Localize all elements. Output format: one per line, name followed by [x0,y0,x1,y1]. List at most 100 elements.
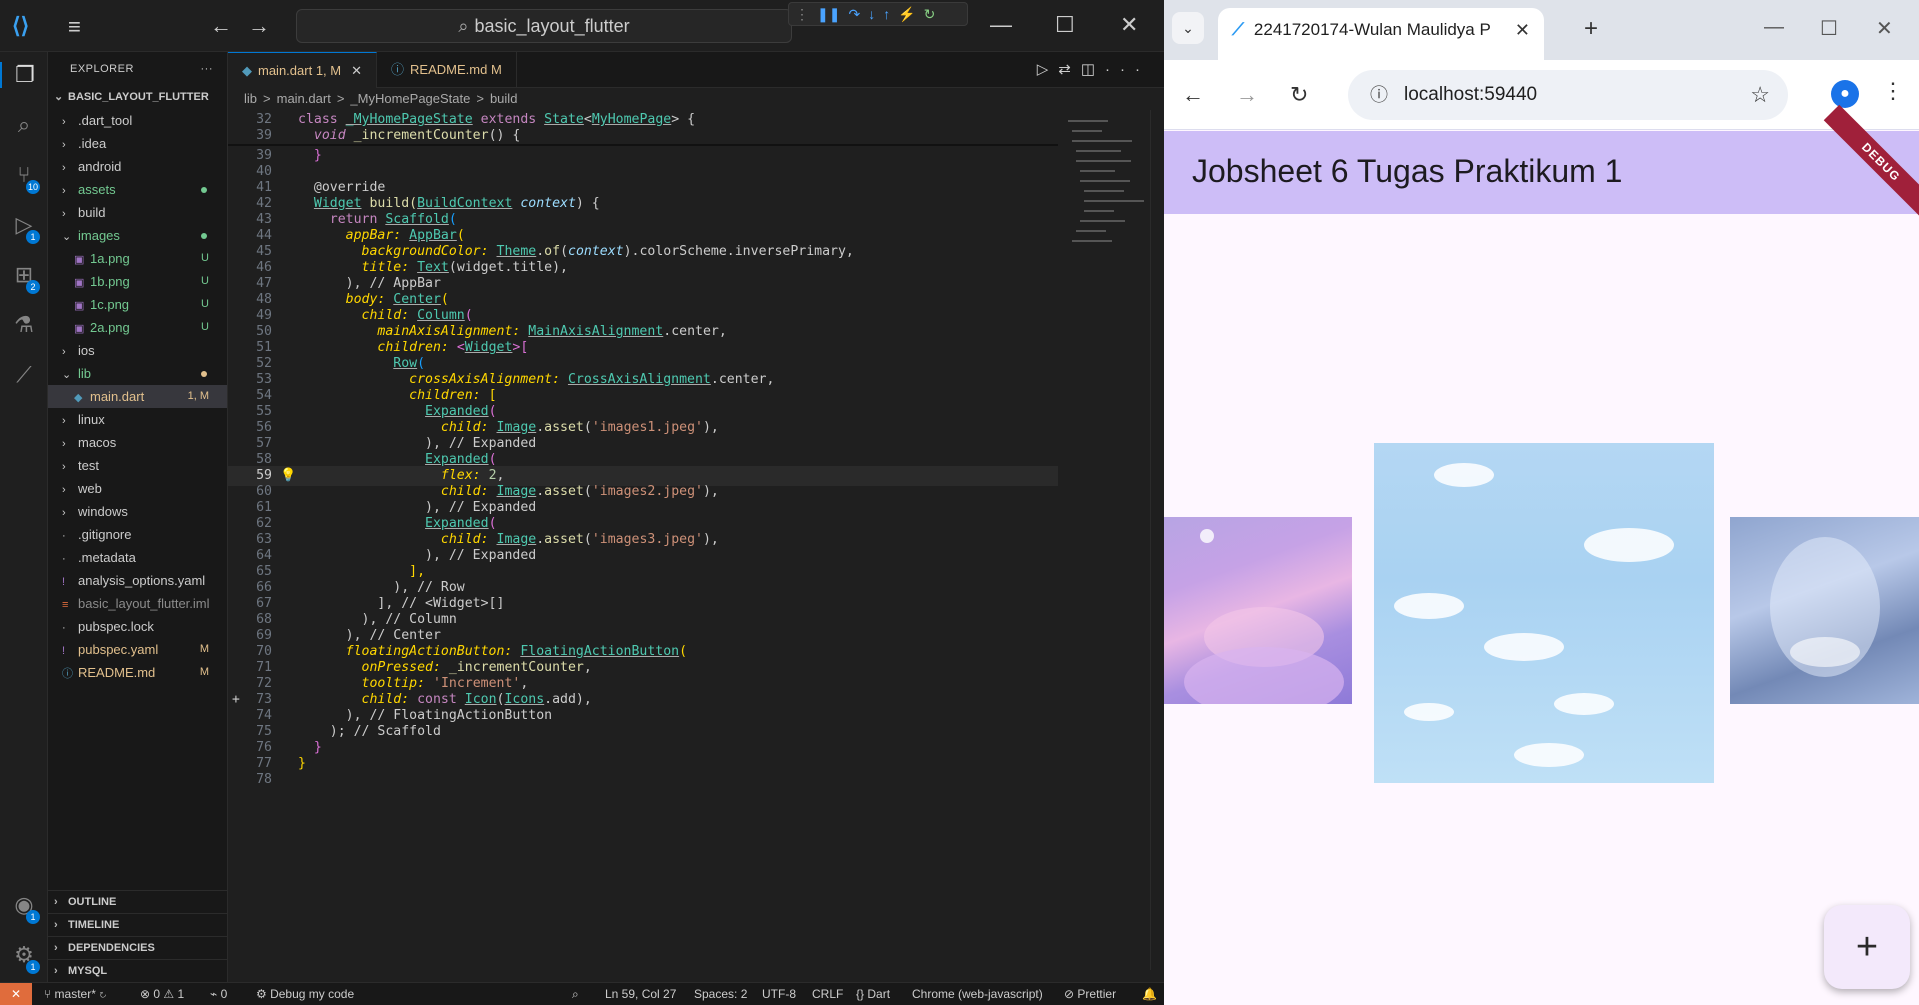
command-center-search[interactable]: ⌕ basic_layout_flutter [296,9,792,43]
dependencies-section[interactable]: › DEPENDENCIES [48,936,228,959]
step-into-icon[interactable]: ↓ [868,6,875,22]
file-icon: · [62,622,66,634]
branch-status[interactable]: ⑂ master* ↻ [44,983,106,1005]
tree-item[interactable]: › .idea [48,132,227,155]
site-info-icon[interactable]: ⓘ [1370,70,1388,120]
minimize-icon[interactable]: — [990,12,1012,38]
forward-button[interactable]: → [1236,82,1258,108]
tree-item[interactable]: › windows [48,500,227,523]
tree-item[interactable]: · pubspec.lock [48,615,227,638]
breadcrumb-file[interactable]: main.dart [277,91,331,106]
tree-item-label: android [78,159,122,174]
step-out-icon[interactable]: ↑ [883,6,890,22]
settings-gear-icon[interactable]: ⚙ 1 [0,942,48,974]
tree-item[interactable]: ! pubspec.yaml M [48,638,227,661]
timeline-section[interactable]: › TIMELINE [48,913,228,936]
extensions-icon[interactable]: ⊞ 2 [0,262,48,294]
tree-item[interactable]: › web [48,477,227,500]
tree-item[interactable]: ⌄ images [48,224,227,247]
back-arrow-icon[interactable]: ← [210,13,232,39]
close-window-icon[interactable]: ✕ [1876,16,1893,41]
increment-fab-button[interactable]: + [1824,905,1910,989]
tree-item[interactable]: ▣ 1c.png U [48,293,227,316]
search-view-icon[interactable]: ⌕ [0,112,48,138]
remote-icon[interactable]: ✕ [0,983,32,1005]
tree-item[interactable]: ▣ 1b.png U [48,270,227,293]
tree-item[interactable]: › assets [48,178,227,201]
breadcrumb-method[interactable]: build [490,91,517,106]
close-tab-icon[interactable]: ✕ [1515,20,1530,41]
hot-reload-icon[interactable]: ⚡ [898,6,915,23]
tree-item[interactable]: › linux [48,408,227,431]
close-tab-icon[interactable]: ✕ [351,63,362,78]
project-root[interactable]: ⌄ BASIC_LAYOUT_FLUTTER [48,86,227,109]
source-control-icon[interactable]: ⑂ 10 [0,162,48,194]
restart-icon[interactable]: ↻ [924,6,936,23]
tree-item[interactable]: ◆ main.dart 1, M [48,385,227,408]
tree-item[interactable]: › android [48,155,227,178]
indentation[interactable]: Spaces: 2 [694,983,747,1005]
code-editor[interactable]: 32 class _MyHomePageState extends State<M… [228,110,1058,970]
tree-item[interactable]: ! analysis_options.yaml [48,569,227,592]
tree-item[interactable]: ▣ 2a.png U [48,316,227,339]
close-window-icon[interactable]: ✕ [1120,12,1138,38]
mysql-section[interactable]: › MYSQL [48,959,228,982]
zoom-icon[interactable]: ⌕ [572,983,579,1005]
new-tab-button[interactable]: + [1584,15,1598,43]
tree-item[interactable]: · .metadata [48,546,227,569]
tree-item[interactable]: › .dart_tool [48,109,227,132]
tree-item[interactable]: ▣ 1a.png U [48,247,227,270]
tree-item[interactable]: › ios [48,339,227,362]
breadcrumb-class[interactable]: _MyHomePageState [350,91,470,106]
testing-icon[interactable]: ⚗ [0,312,48,338]
drag-handle-icon[interactable]: ⋮ [795,6,809,23]
editor-scrollbar[interactable] [1150,110,1164,970]
tab-readme[interactable]: ⓘ README.md M [377,52,517,88]
language-mode[interactable]: {} Dart [856,983,890,1005]
tab-main-dart[interactable]: ◆ main.dart 1, M ✕ [228,52,378,88]
reload-button[interactable]: ↻ [1290,82,1308,108]
minimap[interactable] [1058,110,1150,310]
accounts-icon[interactable]: ◉ 1 [0,892,48,924]
breadcrumb-lib[interactable]: lib [244,91,257,106]
forward-arrow-icon[interactable]: → [248,13,270,39]
run-debug-icon[interactable]: ▷ 1 [0,212,48,244]
tree-item[interactable]: › build [48,201,227,224]
encoding[interactable]: UTF-8 [762,983,796,1005]
back-button[interactable]: ← [1182,82,1204,108]
more-icon[interactable]: ··· [1105,61,1150,78]
tree-item[interactable]: · .gitignore [48,523,227,546]
explorer-icon[interactable]: ❐ [0,62,48,88]
flutter-icon[interactable]: ⟋ [0,362,48,388]
cursor-position[interactable]: Ln 59, Col 27 [605,983,676,1005]
line-ending[interactable]: CRLF [812,983,843,1005]
maximize-icon[interactable]: ☐ [1055,12,1075,38]
tree-item[interactable]: ⓘ README.md M [48,661,227,684]
ports-status[interactable]: ⌁ 0 [210,983,227,1005]
maximize-icon[interactable]: ☐ [1820,16,1838,41]
compare-icon[interactable]: ⇄ [1058,61,1081,78]
more-actions-icon[interactable]: ··· [201,52,214,86]
profile-avatar[interactable]: ● [1831,80,1859,108]
debug-status[interactable]: ⚙ Debug my code [256,983,354,1005]
device-selector[interactable]: Chrome (web-javascript) [912,983,1043,1005]
browser-tab[interactable]: ⟋ 2241720174-Wulan Maulidya P ✕ [1218,8,1544,60]
split-editor-icon[interactable]: ◫ [1081,61,1105,78]
tree-item[interactable]: ≡ basic_layout_flutter.iml [48,592,227,615]
notifications-icon[interactable]: 🔔 [1142,983,1157,1005]
outline-section[interactable]: › OUTLINE [48,890,228,913]
tree-item[interactable]: ⌄ lib [48,362,227,385]
tree-item[interactable]: › test [48,454,227,477]
address-bar[interactable]: ⓘ localhost:59440 ☆ [1348,70,1788,120]
minimize-icon[interactable]: — [1764,16,1784,39]
tab-search-button[interactable]: ⌄ [1172,12,1204,44]
run-icon[interactable]: ▷ [1037,61,1059,78]
prettier-status[interactable]: ⊘ Prettier [1064,983,1116,1005]
chrome-menu-icon[interactable]: ⋮ [1882,78,1904,104]
menu-icon[interactable]: ≡ [68,14,81,40]
step-over-icon[interactable]: ↷ [848,6,860,23]
tree-item[interactable]: › macos [48,431,227,454]
pause-icon[interactable]: ❚❚ [817,6,840,23]
bookmark-star-icon[interactable]: ☆ [1750,70,1770,120]
problems-status[interactable]: ⊗ 0 ⚠ 1 [140,983,184,1005]
